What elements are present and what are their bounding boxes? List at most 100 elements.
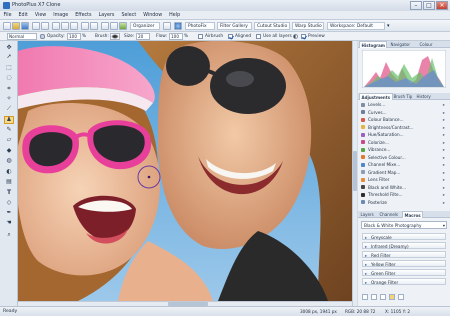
adjustment-item[interactable]: Channel Mixe... ▸ — [360, 161, 446, 168]
menu-effects[interactable]: Effects — [72, 11, 95, 20]
adjustment-item[interactable]: Posterize ▸ — [360, 199, 446, 206]
delete-icon[interactable] — [398, 294, 404, 300]
menu-image[interactable]: Image — [50, 11, 72, 20]
flow-input[interactable]: 100 — [169, 33, 183, 40]
zoom-in-icon[interactable] — [101, 22, 109, 30]
filter-gallery-button[interactable]: Filter Gallery — [217, 22, 252, 30]
fill-tool-icon[interactable]: ◆ — [4, 147, 14, 155]
paste-icon[interactable] — [70, 22, 78, 30]
close-button[interactable]: ✕ — [436, 1, 448, 10]
macro-category-select[interactable]: Black & White Photography ▾ — [361, 221, 447, 229]
cut-icon[interactable] — [52, 22, 60, 30]
menu-layers[interactable]: Layers — [95, 11, 118, 20]
dodge-tool-icon[interactable]: ◐ — [4, 168, 14, 176]
vertical-scrollbar[interactable] — [352, 41, 357, 306]
adjustment-item[interactable]: Black and White... ▸ — [360, 184, 446, 191]
menu-edit[interactable]: Edit — [15, 11, 31, 20]
lasso-tool-icon[interactable]: ◌ — [4, 74, 14, 82]
eraser-tool-icon[interactable]: ▱ — [4, 136, 14, 144]
blur-tool-icon[interactable]: ◍ — [4, 157, 14, 165]
menu-select[interactable]: Select — [118, 11, 140, 20]
lock-icon[interactable] — [40, 34, 45, 39]
maximize-button[interactable]: □ — [423, 1, 435, 10]
stop-icon[interactable] — [380, 294, 386, 300]
adjustment-item[interactable]: Curves... ▸ — [360, 109, 446, 116]
save-icon[interactable] — [21, 22, 29, 30]
menu-view[interactable]: View — [31, 11, 49, 20]
contrast-icon[interactable] — [293, 34, 298, 39]
hand-tool-icon[interactable]: ☚ — [4, 219, 14, 227]
redo-icon[interactable] — [90, 22, 98, 30]
use-all-layers-checkbox[interactable] — [256, 34, 261, 39]
adjustment-item[interactable]: Vibrance... ▸ — [360, 146, 446, 153]
workspace-select[interactable]: Workspace: Default — [327, 22, 385, 30]
new-file-icon[interactable] — [3, 22, 11, 30]
eyedropper-tool-icon[interactable]: ⟋ — [4, 105, 14, 113]
adjustment-item[interactable]: Lens Filter ▸ — [360, 176, 446, 183]
macro-item[interactable]: ▸ Greyscale — [362, 233, 446, 240]
clone-tool-icon[interactable]: ♟ — [4, 116, 14, 124]
adjustment-item[interactable]: Hue/Saturation... ▸ — [360, 131, 446, 138]
pointer-tool-icon[interactable]: ➚ — [4, 53, 14, 61]
adjustment-item[interactable]: Gradient Map... ▸ — [360, 169, 446, 176]
layer-icon[interactable] — [119, 22, 127, 30]
menu-help[interactable]: Help — [166, 11, 184, 20]
macro-item[interactable]: ▸ Orange Filter — [362, 278, 446, 285]
warp-studio-button[interactable]: Warp Studio — [292, 22, 324, 30]
undo-icon[interactable] — [81, 22, 89, 30]
tab-macros[interactable]: Macros — [402, 211, 424, 218]
macro-item[interactable]: ▸ Infrared (Dreamy) — [362, 242, 446, 249]
tab-channels[interactable]: Channels — [378, 211, 400, 218]
tab-brush-tip[interactable]: Brush Tip — [392, 93, 414, 100]
menu-file[interactable]: File — [0, 11, 15, 20]
adjustment-item[interactable]: Levels... ▸ — [360, 101, 446, 108]
paintbrush-tool-icon[interactable]: ✎ — [4, 126, 14, 134]
vertical-scroll-thumb[interactable] — [353, 151, 357, 191]
scan-icon[interactable] — [32, 22, 40, 30]
preview-checkbox[interactable] — [301, 34, 306, 39]
blend-mode-select[interactable]: Normal — [7, 33, 37, 40]
tab-layers[interactable]: Layers — [359, 211, 375, 218]
adjustment-item[interactable]: Colour Balance... ▸ — [360, 116, 446, 123]
macro-item[interactable]: ▸ Green Filter — [362, 269, 446, 276]
record-icon[interactable] — [371, 294, 377, 300]
print-icon[interactable] — [41, 22, 49, 30]
gradient-tool-icon[interactable]: ▤ — [4, 178, 14, 186]
selection-tool-icon[interactable]: ⬚ — [4, 64, 14, 72]
move-tool-icon[interactable]: ✥ — [4, 44, 14, 52]
airbrush-checkbox[interactable] — [198, 34, 203, 39]
chevron-down-icon[interactable]: ▾ — [387, 22, 393, 30]
aligned-checkbox[interactable] — [228, 34, 233, 39]
photofix-button[interactable]: PhotoFix — [185, 22, 215, 30]
macro-item[interactable]: ▸ Red Filter — [362, 251, 446, 258]
play-icon[interactable] — [362, 294, 368, 300]
organizer-button[interactable]: Organizer — [130, 22, 160, 30]
adjustment-item[interactable]: Selective Colour... ▸ — [360, 154, 446, 161]
folder-icon[interactable] — [389, 294, 395, 300]
pen-tool-icon[interactable]: ✒ — [4, 209, 14, 217]
tab-history[interactable]: History — [415, 93, 432, 100]
help-icon[interactable] — [174, 22, 182, 30]
brush-tip-picker[interactable] — [110, 33, 120, 40]
opacity-input[interactable]: 100 — [67, 33, 81, 40]
tab-colour[interactable]: Colour — [418, 41, 434, 48]
adjustment-item[interactable]: Colorize... ▸ — [360, 139, 446, 146]
menu-window[interactable]: Window — [140, 11, 166, 20]
tab-adjustments[interactable]: Adjustments — [359, 93, 393, 100]
open-folder-icon[interactable] — [12, 22, 20, 30]
text-tool-icon[interactable]: T — [4, 189, 14, 197]
copy-icon[interactable] — [61, 22, 69, 30]
tab-navigator[interactable]: Navigator — [389, 41, 412, 48]
crop-tool-icon[interactable]: ⌗ — [4, 85, 14, 93]
image-canvas[interactable] — [18, 41, 352, 301]
zoom-tool-icon[interactable]: ⌕ — [4, 231, 14, 239]
macro-item[interactable]: ▸ Yellow Filter — [362, 260, 446, 267]
camera-icon[interactable] — [163, 22, 171, 30]
adjustment-item[interactable]: Brightness/Contrast... ▸ — [360, 124, 446, 131]
cutout-studio-button[interactable]: Cutout Studio — [254, 22, 290, 30]
shape-tool-icon[interactable]: ◇ — [4, 199, 14, 207]
adjustment-item[interactable]: Threshold Filte... ▸ — [360, 191, 446, 198]
minimize-button[interactable]: – — [410, 1, 422, 10]
magic-wand-tool-icon[interactable]: ✧ — [4, 95, 14, 103]
tab-histogram[interactable]: Histogram — [359, 41, 388, 48]
